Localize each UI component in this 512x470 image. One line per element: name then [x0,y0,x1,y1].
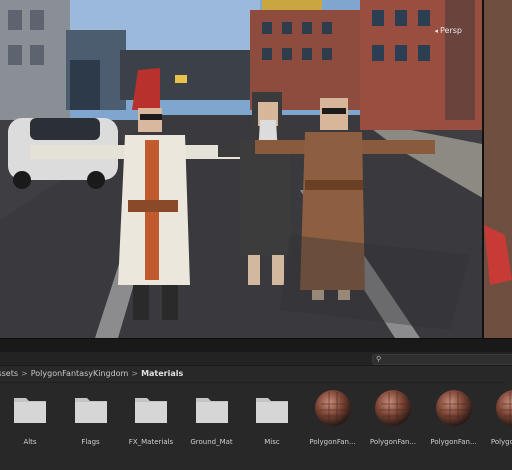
folder-item[interactable]: FX_Materials [121,388,181,446]
material-sphere-icon [434,388,474,428]
scene-render [0,0,512,338]
material-item[interactable]: PolygonFan... [363,388,423,446]
asset-grid: Alts Flags FX_Materials Ground_Mat Misc Polyg… [0,388,512,470]
panel-divider[interactable] [0,338,512,353]
folder-item[interactable]: Flags [61,388,121,446]
camera-mode-icon: ◂ [434,27,438,35]
folder-icon [71,388,111,428]
asset-label: Misc [264,438,280,446]
material-sphere-icon [494,388,512,428]
folder-icon [10,388,50,428]
folder-icon [192,388,232,428]
asset-label: PolygonFan... [309,438,356,446]
material-sphere-icon [373,388,413,428]
breadcrumb-separator: > [131,369,139,378]
asset-label: Alts [23,438,37,446]
asset-label: PolygonFan... [369,438,417,446]
material-item[interactable]: PolygonFan... [303,388,363,446]
project-toolbar: ⚲ [0,352,512,366]
asset-label: Ground_Mat [190,438,233,446]
search-icon: ⚲ [376,355,382,363]
material-item[interactable]: PolygonFan... [424,388,484,446]
scene-viewport[interactable]: ◂ Persp [0,0,512,338]
material-sphere-icon [313,388,353,428]
asset-label: PolygonFan... [490,438,512,446]
breadcrumb-item[interactable]: Materials [141,366,183,382]
folder-icon [252,388,292,428]
folder-item[interactable]: Misc [242,388,302,446]
asset-label: Flags [81,438,100,446]
breadcrumb: Assets>PolygonFantasyKingdom>Materials [0,366,504,383]
search-input[interactable]: ⚲ [372,354,512,365]
breadcrumb-separator: > [21,369,28,378]
project-panel: ⚲ Assets>PolygonFantasyKingdom>Materials… [0,352,512,470]
folder-item[interactable]: Ground_Mat [182,388,242,446]
breadcrumb-item[interactable]: PolygonFantasyKingdom [31,366,129,382]
camera-mode-text: Persp [440,26,462,35]
perspective-label[interactable]: ◂ Persp [434,26,462,35]
asset-label: FX_Materials [128,438,174,446]
breadcrumb-item[interactable]: Assets [0,366,18,382]
folder-item[interactable]: Alts [0,388,60,446]
material-item[interactable]: PolygonFan... [484,388,512,446]
asset-label: PolygonFan... [430,438,477,446]
folder-icon [131,388,171,428]
